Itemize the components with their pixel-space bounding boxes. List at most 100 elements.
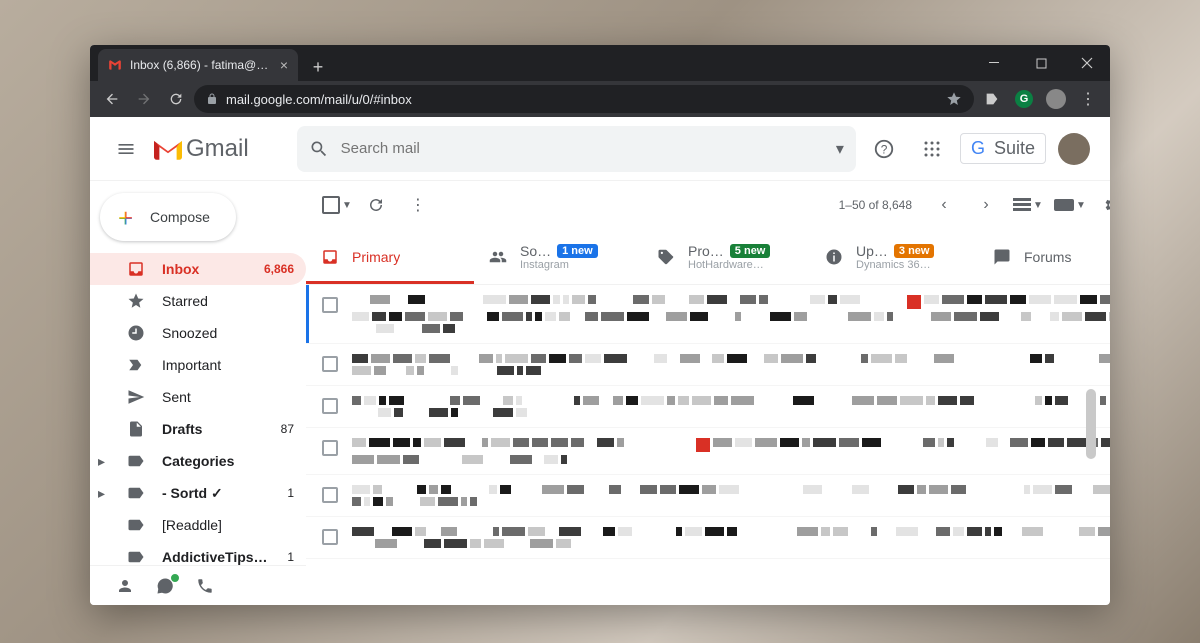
message-row[interactable] <box>306 517 1110 559</box>
row-checkbox[interactable] <box>322 529 338 545</box>
row-checkbox[interactable] <box>322 356 338 372</box>
tab-label: So… <box>520 243 551 259</box>
gmail-favicon-icon <box>108 58 122 72</box>
pager-text: 1–50 of 8,648 <box>839 198 912 212</box>
sidebar-item-snoozed[interactable]: Snoozed <box>90 317 306 349</box>
hangouts-phone-icon[interactable] <box>196 577 214 595</box>
browser-menu-icon[interactable]: ⋮ <box>1074 85 1102 113</box>
tab-so[interactable]: So… 1 newInstagram <box>474 229 642 284</box>
refresh-button[interactable] <box>358 187 394 223</box>
sidebar-item-inbox[interactable]: Inbox6,866 <box>90 253 306 285</box>
lock-icon <box>206 93 218 105</box>
tab-label: Forums <box>1024 249 1071 265</box>
sidebar-item--readdle-[interactable]: [Readdle] <box>90 509 306 541</box>
sidebar-item-label: Categories <box>162 453 278 469</box>
search-input[interactable] <box>341 140 824 157</box>
profile-avatar-icon[interactable] <box>1042 85 1070 113</box>
sidebar-item-starred[interactable]: Starred <box>90 285 306 317</box>
tab-icon <box>488 247 508 267</box>
row-checkbox[interactable] <box>322 487 338 503</box>
hangouts-bar <box>90 565 306 605</box>
hangouts-contacts-icon[interactable] <box>116 577 134 595</box>
tab-subtext: HotHardware… <box>688 259 770 271</box>
browser-tab[interactable]: Inbox (6,866) - fatima@additive… × <box>98 49 298 81</box>
sidebar-item-count: 87 <box>281 422 294 436</box>
more-button[interactable]: ⋮ <box>400 187 436 223</box>
new-tab-button[interactable]: + <box>304 53 332 81</box>
category-tabs: Primary So… 1 newInstagram Pro…5 newHotHard… <box>306 229 1110 285</box>
row-checkbox[interactable] <box>322 297 338 313</box>
address-bar[interactable]: mail.google.com/mail/u/0/#inbox <box>194 85 974 113</box>
tab-forums[interactable]: Forums <box>978 229 1110 284</box>
new-badge: 1 new <box>557 244 598 258</box>
star-icon <box>126 291 146 311</box>
split-pane-button[interactable]: ▼ <box>1010 187 1046 223</box>
support-button[interactable]: ? <box>864 129 904 169</box>
browser-window: Inbox (6,866) - fatima@additive… × + mai… <box>90 45 1110 605</box>
gmail-wordmark: Gmail <box>186 135 249 163</box>
main-panel: ▼ ⋮ 1–50 of 8,648 ‹ › ▼ ▼ Primary So… 1 ne… <box>306 181 1110 605</box>
sidebar-item-categories[interactable]: ▸Categories <box>90 445 306 477</box>
settings-button[interactable] <box>1094 187 1110 223</box>
message-row[interactable] <box>306 285 1110 344</box>
hangouts-chat-icon[interactable] <box>156 577 174 595</box>
apps-grid-icon[interactable] <box>912 129 952 169</box>
browser-titlebar: Inbox (6,866) - fatima@additive… × + <box>90 45 1110 81</box>
tab-icon <box>992 247 1012 267</box>
send-icon <box>126 387 146 407</box>
grammarly-extension-icon[interactable]: G <box>1010 85 1038 113</box>
tab-label: Primary <box>352 249 400 265</box>
tab-up[interactable]: Up…3 newDynamics 36… <box>810 229 978 284</box>
extension-icon[interactable] <box>978 85 1006 113</box>
sidebar-item--sortd-[interactable]: ▸- Sortd ✓1 <box>90 477 306 509</box>
sidebar-item-drafts[interactable]: Drafts 87 <box>90 413 306 445</box>
tab-primary[interactable]: Primary <box>306 229 474 284</box>
maximize-button[interactable] <box>1018 45 1064 81</box>
tab-pro[interactable]: Pro…5 newHotHardware… <box>642 229 810 284</box>
back-button[interactable] <box>98 85 126 113</box>
sidebar-item-label: Important <box>162 357 278 373</box>
reload-button[interactable] <box>162 85 190 113</box>
search-box[interactable]: ▾ <box>297 126 856 172</box>
message-row[interactable] <box>306 475 1110 517</box>
message-row[interactable] <box>306 344 1110 386</box>
bookmark-star-icon[interactable] <box>946 91 962 107</box>
search-options-icon[interactable]: ▾ <box>836 139 844 159</box>
scrollbar-thumb[interactable] <box>1086 389 1096 459</box>
url-text: mail.google.com/mail/u/0/#inbox <box>226 92 412 107</box>
message-row[interactable] <box>306 386 1110 428</box>
main-menu-button[interactable] <box>106 129 146 169</box>
minimize-button[interactable] <box>972 45 1018 81</box>
plus-icon <box>118 207 138 227</box>
new-badge: 5 new <box>730 244 771 258</box>
sidebar-item-label: Drafts <box>162 421 265 437</box>
forward-button[interactable] <box>130 85 158 113</box>
sidebar-item-count: 1 <box>287 486 294 500</box>
sidebar-item-sent[interactable]: Sent <box>90 381 306 413</box>
message-row[interactable] <box>306 428 1110 475</box>
svg-text:?: ? <box>881 142 888 156</box>
row-checkbox[interactable] <box>322 398 338 414</box>
account-avatar[interactable] <box>1054 129 1094 169</box>
compose-button[interactable]: Compose <box>100 193 236 241</box>
tab-subtext: Instagram <box>520 259 598 271</box>
tab-close-icon[interactable]: × <box>280 57 288 73</box>
input-tools-button[interactable]: ▼ <box>1052 187 1088 223</box>
page-prev-button[interactable]: ‹ <box>926 187 962 223</box>
close-window-button[interactable] <box>1064 45 1110 81</box>
message-list[interactable] <box>306 285 1110 605</box>
label-icon <box>126 515 146 535</box>
file-icon <box>126 419 146 439</box>
gmail-logo[interactable]: Gmail <box>154 135 249 163</box>
tab-icon <box>320 247 340 267</box>
browser-tab-title: Inbox (6,866) - fatima@additive… <box>130 58 272 72</box>
page-next-button[interactable]: › <box>968 187 1004 223</box>
select-all-checkbox[interactable]: ▼ <box>322 196 352 214</box>
row-checkbox[interactable] <box>322 440 338 456</box>
sidebar-item-label: Snoozed <box>162 325 278 341</box>
gmail-header: Gmail ▾ ? G G SuiteSuite <box>90 117 1110 181</box>
sidebar-item-important[interactable]: Important <box>90 349 306 381</box>
search-icon <box>309 139 329 159</box>
gsuite-badge[interactable]: G G SuiteSuite <box>960 133 1046 164</box>
inbox-icon <box>126 259 146 279</box>
